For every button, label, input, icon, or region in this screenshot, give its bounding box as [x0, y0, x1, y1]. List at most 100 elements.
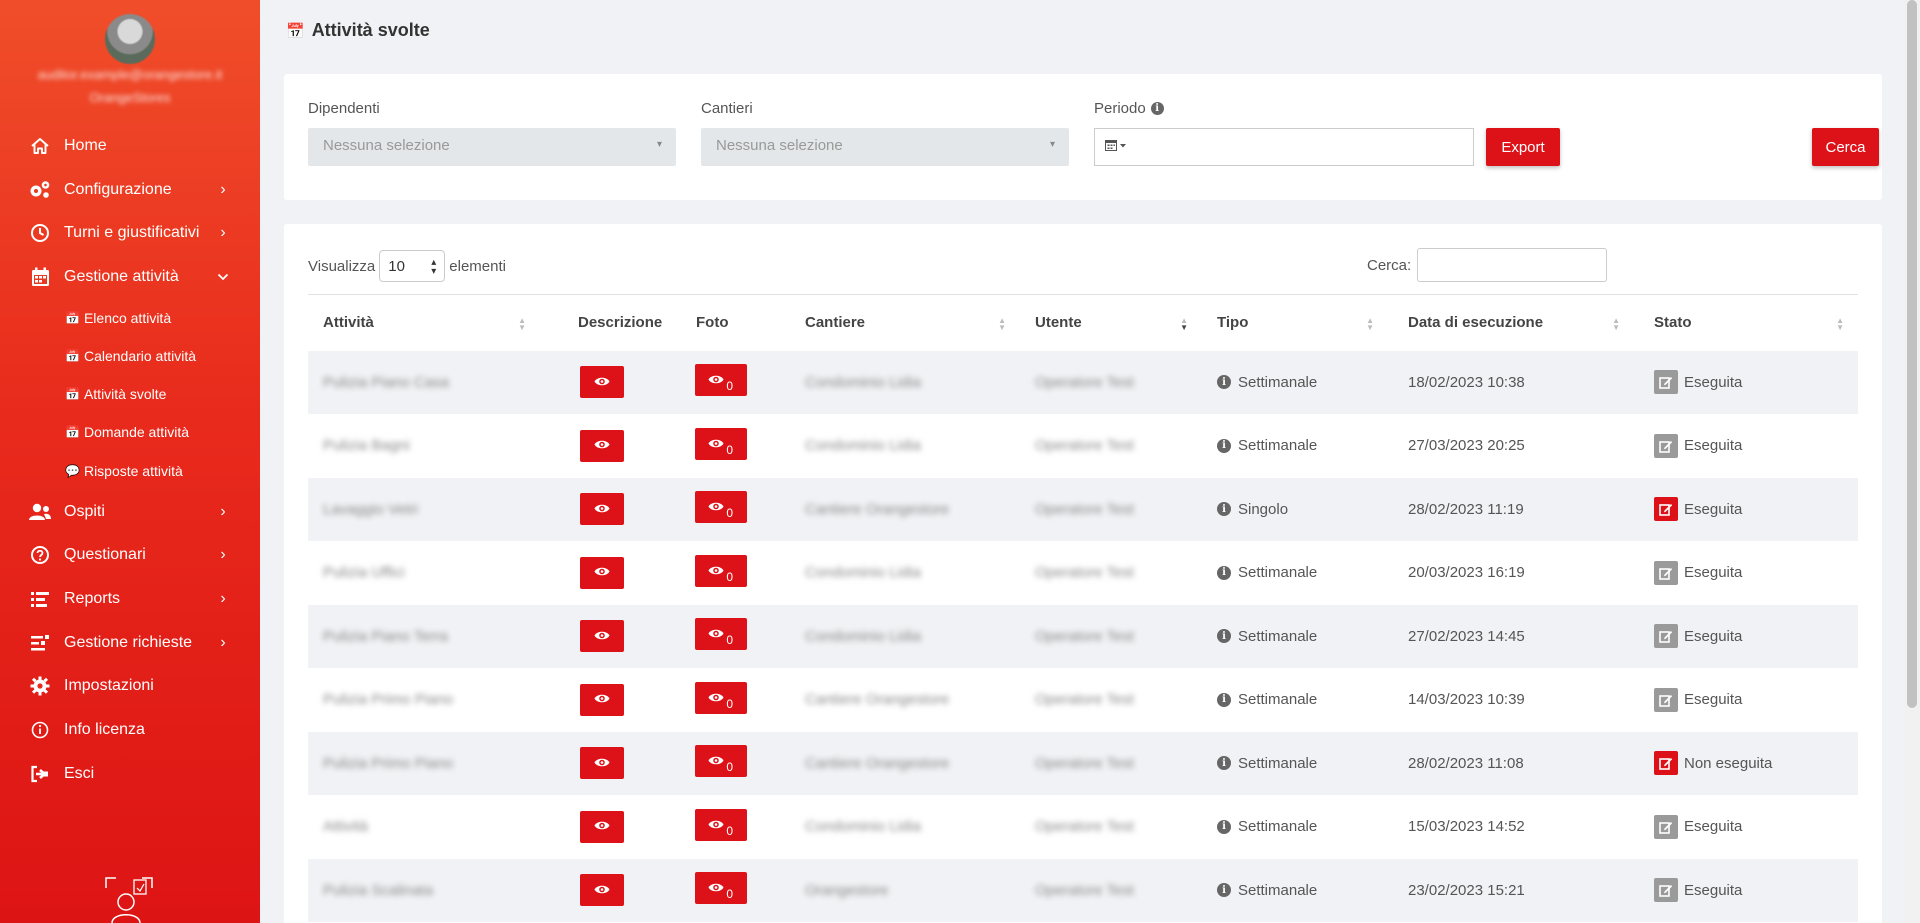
- periodo-daterange-input[interactable]: [1094, 128, 1474, 166]
- periodo-label: Periodo i: [1094, 100, 1164, 117]
- dipendenti-select[interactable]: Nessuna selezione ▾: [308, 128, 676, 166]
- periodo-label-text: Periodo: [1094, 100, 1146, 117]
- export-button[interactable]: Export: [1486, 128, 1560, 166]
- cell-attivita: Lavaggio Vetri: [308, 477, 540, 541]
- sidebar-item-gestione-richieste[interactable]: Gestione richieste ›: [0, 621, 260, 665]
- photo-count: 0: [726, 442, 733, 457]
- view-description-button[interactable]: [580, 874, 624, 907]
- edit-icon[interactable]: [1654, 433, 1678, 458]
- table-row: Pulizia Piano Terra 0 Condominio Lidia Oper…: [308, 604, 1858, 668]
- sidebar-subitem-attivita-svolte[interactable]: 📅 Attività svolte: [0, 375, 260, 413]
- col-data-esecuzione[interactable]: Data di esecuzione ▲ ▼: [1388, 294, 1634, 351]
- info-icon[interactable]: i: [1217, 756, 1231, 771]
- eye-icon: [594, 756, 610, 771]
- cell-utente: Operatore Test: [1020, 731, 1202, 795]
- view-photos-button[interactable]: 0: [695, 681, 747, 714]
- edit-icon[interactable]: [1654, 814, 1678, 839]
- sidebar-subitem-domande-attivita[interactable]: 📅 Domande attività: [0, 413, 260, 451]
- scrollbar-thumb[interactable]: [1907, 0, 1917, 708]
- sidebar-item-configurazione[interactable]: Configurazione ›: [0, 168, 260, 212]
- view-description-button[interactable]: [580, 556, 624, 589]
- info-icon[interactable]: i: [1150, 102, 1164, 115]
- sidebar-item-label: Impostazioni: [64, 677, 154, 695]
- cerca-button[interactable]: Cerca: [1812, 128, 1879, 166]
- view-photos-button[interactable]: 0: [695, 554, 747, 587]
- view-photos-button[interactable]: 0: [695, 808, 747, 841]
- cantieri-select[interactable]: Nessuna selezione ▾: [701, 128, 1069, 166]
- cell-cantiere: Cantiere Orangestore: [790, 477, 1020, 541]
- info-icon[interactable]: i: [1217, 819, 1231, 834]
- eye-icon: [594, 819, 610, 834]
- app-logo: [104, 876, 154, 923]
- col-attivita[interactable]: Attività ▲ ▼: [308, 294, 540, 351]
- gears-icon: [28, 178, 52, 202]
- updown-arrows-icon: ▴ ▾: [431, 257, 437, 277]
- view-description-button[interactable]: [580, 683, 624, 716]
- cell-attivita: Pulizia Piano Casa: [308, 350, 540, 414]
- cell-tipo: i Settimanale: [1202, 414, 1388, 478]
- sidebar-item-gestione-attivita[interactable]: Gestione attività: [0, 255, 260, 299]
- page-title: 📅 Attività svolte: [286, 20, 430, 41]
- chevron-right-icon: ›: [220, 633, 226, 651]
- info-icon[interactable]: i: [1217, 565, 1231, 580]
- user-company: OrangeStores: [89, 90, 171, 105]
- info-icon[interactable]: i: [1217, 375, 1231, 390]
- cell-data-esecuzione: 18/02/2023 10:38: [1388, 350, 1634, 414]
- view-description-button[interactable]: [580, 493, 624, 526]
- view-photos-button[interactable]: 0: [695, 745, 747, 778]
- edit-icon[interactable]: [1654, 624, 1678, 649]
- page-scrollbar[interactable]: [1904, 0, 1920, 923]
- edit-icon[interactable]: [1654, 370, 1678, 395]
- cell-stato: Eseguita: [1634, 858, 1858, 922]
- view-photos-button[interactable]: 0: [695, 427, 747, 460]
- calendar-small-icon: 📅: [65, 349, 80, 364]
- cell-cantiere: Orangestore: [790, 858, 1020, 922]
- col-utente[interactable]: Utente ▲ ▼: [1020, 294, 1202, 351]
- sidebar-item-reports[interactable]: Reports ›: [0, 577, 260, 621]
- cell-foto: 0: [672, 350, 790, 414]
- calendar-icon[interactable]: [1105, 139, 1127, 154]
- sidebar-item-turni[interactable]: Turni e giustificativi ›: [0, 211, 260, 255]
- view-description-button[interactable]: [580, 620, 624, 653]
- cell-utente: Operatore Test: [1035, 564, 1134, 582]
- edit-icon[interactable]: [1654, 497, 1678, 522]
- edit-icon[interactable]: [1654, 878, 1678, 903]
- cell-cantiere: Cantiere Orangestore: [805, 691, 950, 709]
- col-tipo[interactable]: Tipo ▲ ▼: [1202, 294, 1388, 351]
- sidebar-item-esci[interactable]: Esci: [0, 752, 260, 796]
- col-cantiere[interactable]: Cantiere ▲ ▼: [790, 294, 1020, 351]
- sidebar-item-home[interactable]: Home: [0, 124, 260, 168]
- edit-icon[interactable]: [1654, 687, 1678, 712]
- page-length-select[interactable]: 10 ▴ ▾: [379, 250, 446, 282]
- sidebar-item-impostazioni[interactable]: Impostazioni: [0, 664, 260, 708]
- table-search-input[interactable]: [1417, 248, 1608, 282]
- info-icon[interactable]: i: [1217, 502, 1231, 517]
- eye-icon: [708, 372, 724, 389]
- view-photos-button[interactable]: 0: [695, 364, 747, 397]
- stato-text: Eseguita: [1684, 564, 1743, 582]
- view-photos-button[interactable]: 0: [695, 618, 747, 651]
- sidebar-subitem-elenco-attivita[interactable]: 📅 Elenco attività: [0, 299, 260, 337]
- info-icon[interactable]: i: [1217, 438, 1231, 453]
- sidebar-item-questionari[interactable]: Questionari ›: [0, 533, 260, 577]
- edit-icon[interactable]: [1654, 751, 1678, 776]
- info-icon[interactable]: i: [1217, 692, 1231, 707]
- view-description-button[interactable]: [580, 810, 624, 843]
- sidebar-subitem-calendario-attivita[interactable]: 📅 Calendario attività: [0, 337, 260, 375]
- view-description-button[interactable]: [580, 429, 624, 462]
- sidebar-item-info-licenza[interactable]: Info licenza: [0, 708, 260, 752]
- info-icon[interactable]: i: [1217, 883, 1231, 898]
- sidebar-subitem-risposte-attivita[interactable]: 💬 Risposte attività: [0, 452, 260, 490]
- stato-text: Eseguita: [1684, 437, 1743, 455]
- eye-icon: [594, 565, 610, 580]
- view-description-button[interactable]: [580, 366, 624, 399]
- info-icon[interactable]: i: [1217, 629, 1231, 644]
- view-description-button[interactable]: [580, 747, 624, 780]
- col-stato[interactable]: Stato ▲ ▼: [1634, 294, 1858, 351]
- avatar[interactable]: [105, 14, 155, 64]
- edit-icon[interactable]: [1654, 560, 1678, 585]
- view-photos-button[interactable]: 0: [695, 491, 747, 524]
- data-esecuzione-text: 27/03/2023 20:25: [1408, 437, 1525, 455]
- sidebar-item-ospiti[interactable]: Ospiti ›: [0, 490, 260, 534]
- view-photos-button[interactable]: 0: [695, 872, 747, 905]
